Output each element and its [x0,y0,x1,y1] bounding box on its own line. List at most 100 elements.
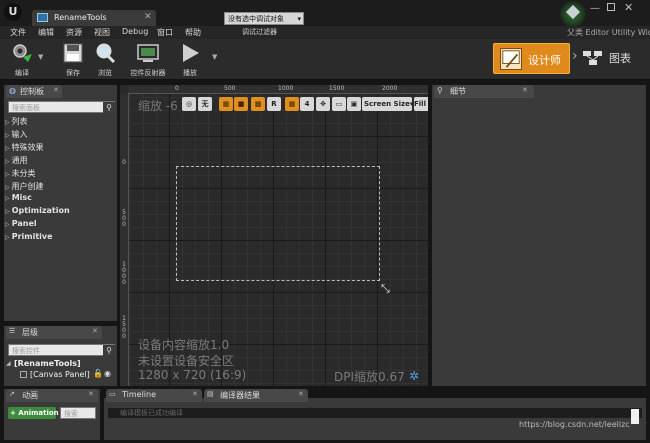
hierarchy-search-input[interactable]: 搜索控件 ⚲ [8,344,115,356]
animation-search-input[interactable]: 搜索 [60,407,96,419]
palette-category[interactable]: ▷ 列表 [5,116,28,127]
palette-category[interactable]: ▷ Optimization [5,206,70,215]
close-icon[interactable]: ✕ [53,86,59,94]
palette-category[interactable]: ▷ Primitive [5,232,53,241]
lock-icon[interactable]: 🔓 [93,369,103,378]
content-scale-text: 设备内容缩放1.0 [138,338,230,352]
widget-reflector-icon [137,44,159,62]
hierarchy-canvas-panel[interactable]: [Canvas Panel] [30,370,90,379]
transform-button[interactable]: ✥ [316,97,330,111]
graph-icon [583,51,602,65]
palette-search-placeholder: 搜索面板 [12,104,40,112]
animation-search-placeholder: 搜索 [64,410,78,418]
resize-handle-icon[interactable]: ⤡ [381,282,390,296]
language-button[interactable]: 无 [198,97,212,111]
language-icon: 无 [201,100,209,108]
debug-object-select[interactable]: 没有选中调试对象 ▾ [224,12,304,25]
close-window-icon[interactable]: ✕ [624,1,633,14]
expand-triangle-icon[interactable]: ◢ [6,360,11,367]
designer-icon [500,48,522,70]
ruler-tick-label: 500 [122,209,126,228]
expand-triangle-icon: ▷ [5,208,12,216]
fill-screen-button[interactable]: Fill [414,97,428,111]
minimize-icon[interactable]: — [590,3,600,14]
menu-help[interactable]: 帮助 [185,27,201,38]
design-surface-bounds[interactable] [176,166,380,281]
scale-grid-button[interactable]: ▦ [285,97,299,111]
grid-snap-button[interactable]: ▦ [219,97,233,111]
palette-category[interactable]: ▷ 通用 [5,155,28,166]
document-tab[interactable]: RenameTools ✕ [32,10,156,26]
details-tab[interactable]: ⚲ 细节 ✕ [434,85,534,98]
widget-reflector-button[interactable]: 控件反射器 [126,41,170,79]
palette-category[interactable]: ▷ Misc [5,193,32,202]
browse-button[interactable]: 浏览 [90,41,120,79]
snap-size-button[interactable]: 4 [300,97,314,111]
hierarchy-tab[interactable]: ☰ 层级 ✕ [6,326,102,339]
close-tab-icon[interactable]: ✕ [144,12,152,22]
close-icon[interactable]: ✕ [522,86,528,94]
palette-category[interactable]: ▷ 用户创建 [5,181,44,192]
localization-button[interactable]: ◎ [182,97,196,111]
palette-category[interactable]: ▷ 未分类 [5,168,36,179]
graph-mode-button[interactable]: 图表 [583,47,645,71]
compile-button[interactable]: 编译 [6,41,38,79]
lock-toggle-button[interactable]: ■ [234,97,248,111]
compiler-results-icon: ▤ [207,390,214,398]
menu-window[interactable]: 窗口 [157,27,173,38]
fill-label: Fill [414,100,426,108]
close-icon[interactable]: ✕ [298,390,304,398]
expand-handle[interactable] [631,409,639,424]
widget-blueprint-icon [37,13,48,22]
menu-asset[interactable]: 资源 [66,27,82,38]
palette-category[interactable]: ▷ Panel [5,219,37,228]
chevron-down-icon: ▾ [409,100,414,108]
close-icon[interactable]: ✕ [192,390,198,398]
hierarchy-root[interactable]: [RenameTools] [14,359,81,368]
screen-size-select[interactable]: Screen Size▾ [362,97,414,111]
menu-debug[interactable]: Debug [122,27,148,36]
expand-triangle-icon: ▷ [5,221,12,229]
background-button[interactable]: ▭ [332,97,346,111]
close-icon[interactable]: ✕ [92,327,98,335]
canvas-panel-icon [20,371,27,378]
image-icon: ▭ [335,100,343,108]
timeline-tab[interactable]: ▭ Timeline ✕ [106,389,202,402]
palette-category[interactable]: ▷ 输入 [5,129,28,140]
debug-object-value: 没有选中调试对象 [228,15,284,23]
palette-category-label: 特殊效果 [11,142,44,152]
palette-tab[interactable]: ◍ 控制板 ✕ [6,85,62,98]
menu-file[interactable]: 文件 [10,27,26,38]
gear-icon[interactable]: ✲ [409,369,419,383]
details-icon: ⚲ [437,86,443,95]
grid-snap-icon: ▦ [222,100,230,108]
menu-edit[interactable]: 编辑 [38,27,54,38]
palette-search-input[interactable]: 搜索面板 ⚲ [8,101,115,113]
menu-view[interactable]: 视图 [94,27,110,38]
add-animation-button[interactable]: + Animation [8,407,59,419]
location-grid-button[interactable]: ▩ [251,97,265,111]
close-icon[interactable]: ✕ [88,390,94,398]
source-control-button[interactable] [560,1,586,27]
compiler-results-tab[interactable]: ▤ 编译器结果 ✕ [204,389,308,402]
ruler-tick-label: 1500 [122,315,126,340]
play-button[interactable]: 播放 [176,41,204,79]
expand-triangle-icon: ▷ [5,234,12,242]
search-icon[interactable]: ⚲ [103,345,115,356]
safe-zone-text: 未设置设备安全区 [138,354,235,368]
rotation-snap-button[interactable]: R [267,97,281,111]
zoom-level: 缩放 -6 [138,99,178,113]
magnifier-icon [96,43,116,63]
save-button[interactable]: 保存 [58,41,88,79]
compile-dropdown-icon[interactable]: ▼ [38,53,43,61]
search-icon[interactable]: ⚲ [103,102,115,113]
play-dropdown-icon[interactable]: ▼ [212,53,217,61]
outline-button[interactable]: ▣ [347,97,361,111]
maximize-icon[interactable] [607,3,615,11]
designer-mode-button[interactable]: 设计师 [493,43,570,74]
eye-icon[interactable]: ◉ [104,369,111,378]
ruler-tick-label: 2000 [382,85,398,92]
animations-tab[interactable]: ↗ 动画 ✕ [6,389,98,402]
chevron-down-icon: ▾ [297,15,301,23]
palette-category[interactable]: ▷ 特殊效果 [5,142,44,153]
